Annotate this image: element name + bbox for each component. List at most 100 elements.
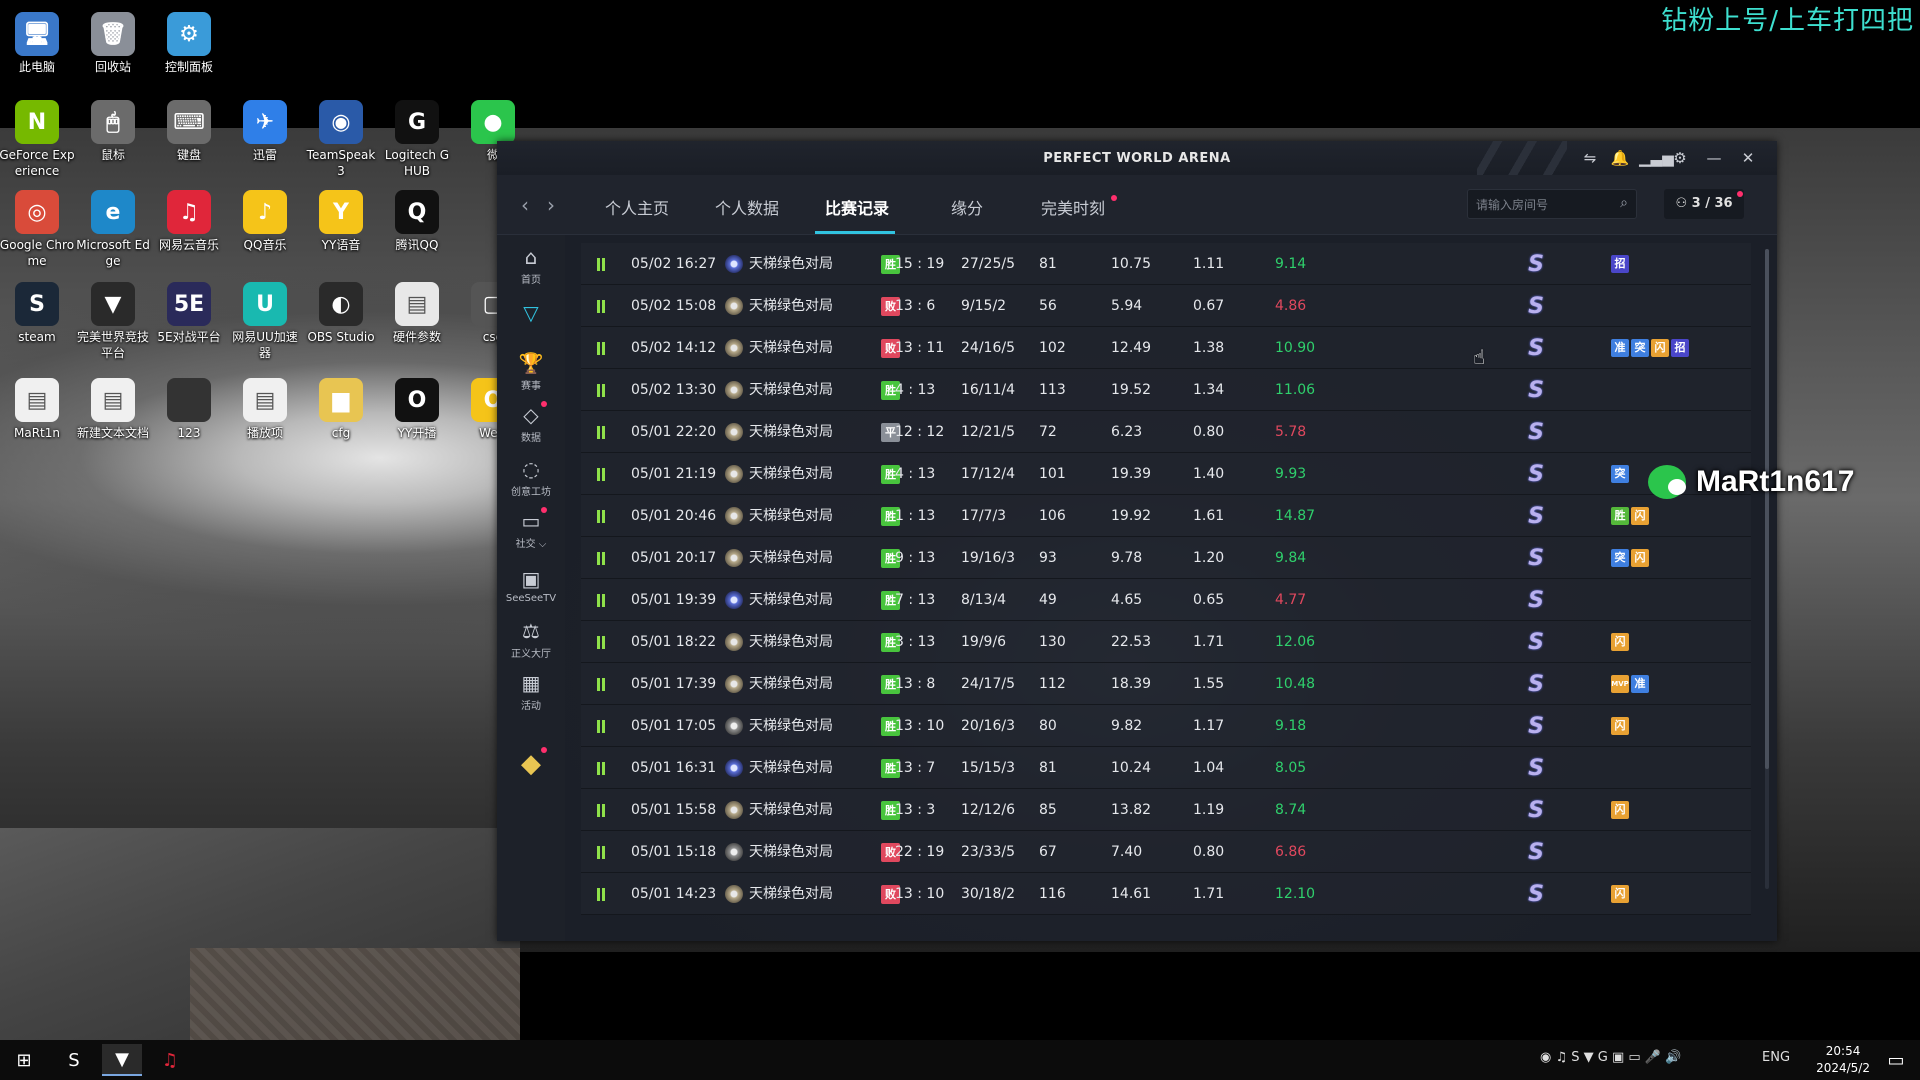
sidebar-item-arena[interactable]: ▽ — [497, 301, 565, 327]
desktop-icon[interactable]: Y YY语音 — [303, 190, 379, 253]
desktop-icon[interactable]: ♫ 网易云音乐 — [151, 190, 227, 253]
tab-perfect-moments[interactable]: 完美时刻 — [1041, 195, 1105, 219]
achievement-tag[interactable]: 突 — [1611, 465, 1629, 483]
close-icon[interactable]: ✕ — [1737, 147, 1759, 169]
rank-s-icon[interactable]: S — [1523, 798, 1549, 824]
table-row[interactable]: 05/01 20:46 天梯绿色对局 胜 1 : 13 17/7/3 106 19.92 1.… — [581, 495, 1751, 537]
desktop-icon[interactable]: ▆ cfg — [303, 378, 379, 441]
achievement-tag[interactable]: MVP — [1611, 675, 1629, 693]
room-search-input[interactable] — [1476, 196, 1606, 214]
sidebar-item-justice-hall[interactable]: ⚖ 正义大厅 — [497, 619, 565, 660]
desktop-icon[interactable]: Q 腾讯QQ — [379, 190, 455, 253]
table-row[interactable]: 05/02 14:12 天梯绿色对局败 13 : 11 24/16/5 102 12.49… — [581, 327, 1751, 369]
rank-s-icon[interactable]: S — [1523, 588, 1549, 614]
table-row[interactable]: 05/02 16:27 天梯绿色对局胜 15 : 19 27/25/5 81 10.75 1… — [581, 243, 1751, 285]
rank-s-icon[interactable]: S — [1523, 630, 1549, 656]
search-icon[interactable]: ⌕ — [1620, 195, 1628, 211]
desktop-icon[interactable]: ◉ TeamSpeak 3 — [303, 100, 379, 179]
achievement-tag[interactable]: 突 — [1631, 339, 1649, 357]
desktop-icon[interactable]: 5E 5E对战平台 — [151, 282, 227, 345]
desktop-icon[interactable]: 🖱 鼠标 — [75, 100, 151, 163]
desktop-icon[interactable]: e Microsoft Edge — [75, 190, 151, 269]
rank-s-icon[interactable]: S — [1523, 336, 1549, 362]
table-row[interactable]: 05/01 17:39 天梯绿色对局胜 13 : 8 24/17/5 112 18.39 1… — [581, 663, 1751, 705]
taskbar-netease-music-icon[interactable]: ♫ — [150, 1044, 190, 1076]
tray-icons[interactable]: ◉ ♫ S ▼ G ▣ ▭ 🎤 🔊 — [1540, 1050, 1681, 1065]
sidebar-item-tournament[interactable]: 🏆 赛事 — [497, 351, 565, 392]
table-row[interactable]: 05/02 13:30 天梯绿色对局胜 4 : 13 16/11/4 113 19.52 1… — [581, 369, 1751, 411]
achievement-tag[interactable]: 闪 — [1651, 339, 1669, 357]
rank-s-icon[interactable]: S — [1523, 672, 1549, 698]
rank-s-icon[interactable]: S — [1523, 252, 1549, 278]
desktop-icon[interactable]: 123 — [151, 378, 227, 441]
achievement-tag[interactable]: 闪 — [1611, 717, 1629, 735]
sidebar-item-workshop[interactable]: ◌ 创意工坊 — [497, 457, 565, 498]
rank-s-icon[interactable]: S — [1523, 462, 1549, 488]
back-arrow-icon[interactable]: ‹ — [521, 193, 529, 217]
tab-personal-data[interactable]: 个人数据 — [715, 195, 779, 219]
sidebar-item-seeseetv[interactable]: ▣ SeeSeeTV — [497, 567, 565, 604]
room-count[interactable]: ⚇ 3 / 36 — [1664, 189, 1744, 219]
sidebar-item-gem[interactable]: ◆ — [497, 749, 565, 779]
rank-s-icon[interactable]: S — [1523, 294, 1549, 320]
signal-icon[interactable]: ▁▃▅ — [1639, 147, 1674, 169]
forward-arrow-icon[interactable]: › — [547, 193, 555, 217]
rank-s-icon[interactable]: S — [1523, 714, 1549, 740]
table-row[interactable]: 05/01 21:19 天梯绿色对局胜 4 : 13 17/12/4 101 19.39 1… — [581, 453, 1751, 495]
table-row[interactable]: 05/01 16:31 天梯绿色对局胜 13 : 7 15/15/3 81 10.24 1.… — [581, 747, 1751, 789]
desktop-icon[interactable]: 🗑 回收站 — [75, 12, 151, 75]
clock[interactable]: 20:54 2024/5/2 — [1816, 1043, 1870, 1077]
desktop-icon[interactable]: N GeForce Experience — [0, 100, 75, 179]
achievement-tag[interactable]: 招 — [1611, 255, 1629, 273]
sidebar-item-social[interactable]: ▭ 社交 ⌵ — [497, 509, 565, 550]
sidebar-item-events[interactable]: ▦ 活动 — [497, 671, 565, 712]
table-row[interactable]: 05/01 18:22 天梯绿色对局胜 3 : 13 19/9/6 130 22.53 1.… — [581, 621, 1751, 663]
table-row[interactable]: 05/01 19:39 天梯绿色对局胜 7 : 13 8/13/4 49 4.65 0.65… — [581, 579, 1751, 621]
rank-s-icon[interactable]: S — [1523, 420, 1549, 446]
achievement-tag[interactable]: 闪 — [1611, 801, 1629, 819]
rank-s-icon[interactable]: S — [1523, 504, 1549, 530]
taskbar-steam-icon[interactable]: S — [54, 1044, 94, 1076]
achievement-tag[interactable]: 闪 — [1631, 507, 1649, 525]
rank-s-icon[interactable]: S — [1523, 756, 1549, 782]
desktop-icon[interactable]: O YY开播 — [379, 378, 455, 441]
bell-icon[interactable]: 🔔 — [1609, 147, 1631, 169]
minimize-icon[interactable]: — — [1703, 147, 1725, 169]
desktop-icon[interactable]: ▼ 完美世界竞技平台 — [75, 282, 151, 361]
table-row[interactable]: 05/01 15:58 天梯绿色对局胜 13 : 3 12/12/6 85 13.82 1.… — [581, 789, 1751, 831]
desktop-icon[interactable]: U 网易UU加速器 — [227, 282, 303, 361]
start-button[interactable]: ⊞ — [4, 1044, 44, 1076]
table-row[interactable]: 05/01 17:05 天梯绿色对局胜 13 : 10 20/16/3 80 9.82 1.… — [581, 705, 1751, 747]
tab-profile[interactable]: 个人主页 — [605, 195, 669, 219]
achievement-tag[interactable]: 胜 — [1611, 507, 1629, 525]
desktop-icon[interactable]: ▤ 播放项 — [227, 378, 303, 441]
desktop-icon[interactable]: ◎ Google Chrome — [0, 190, 75, 269]
achievement-tag[interactable]: 突 — [1611, 549, 1629, 567]
table-row[interactable]: 05/01 22:20 天梯绿色对局平 12 : 12 12/21/5 72 6.23 0.… — [581, 411, 1751, 453]
table-row[interactable]: 05/01 14:23 天梯绿色对局败 13 : 10 30/18/2 116 14.61… — [581, 873, 1751, 915]
table-row[interactable]: 05/01 20:17 天梯绿色对局胜 9 : 13 19/16/3 93 9.78 1.2… — [581, 537, 1751, 579]
achievement-tag[interactable]: 闪 — [1611, 885, 1629, 903]
rank-s-icon[interactable]: S — [1523, 882, 1549, 908]
desktop-icon[interactable]: Ssteam — [0, 282, 75, 345]
achievement-tag[interactable]: 准 — [1631, 675, 1649, 693]
desktop-icon[interactable]: ▤ 硬件参数 — [379, 282, 455, 345]
desktop-icon[interactable]: ⌨ 键盘 — [151, 100, 227, 163]
desktop-icon[interactable]: ▤ 新建文本文档 — [75, 378, 151, 441]
desktop-icon[interactable]: G Logitech G HUB — [379, 100, 455, 179]
settings-icon[interactable]: ⚙ — [1669, 147, 1691, 169]
rank-s-icon[interactable]: S — [1523, 546, 1549, 572]
desktop-icon[interactable]: ♪ QQ音乐 — [227, 190, 303, 253]
rank-s-icon[interactable]: S — [1523, 378, 1549, 404]
transfer-icon[interactable]: ⇋ — [1579, 147, 1601, 169]
desktop-icon[interactable]: ✈ 迅雷 — [227, 100, 303, 163]
rank-s-icon[interactable]: S — [1523, 840, 1549, 866]
achievement-tag[interactable]: 闪 — [1631, 549, 1649, 567]
table-row[interactable]: 05/01 15:18 天梯绿色对局败 22 : 19 23/33/5 67 7.40 0.… — [581, 831, 1751, 873]
scrollbar-thumb[interactable] — [1765, 249, 1769, 769]
desktop-icon[interactable]: 🖥 此电脑 — [0, 12, 75, 75]
achievement-tag[interactable]: 准 — [1611, 339, 1629, 357]
desktop-icon[interactable]: ◐ OBS Studio — [303, 282, 379, 345]
tab-fate[interactable]: 缘分 — [951, 195, 983, 219]
sidebar-item-home[interactable]: ⌂ 首页 — [497, 245, 565, 286]
